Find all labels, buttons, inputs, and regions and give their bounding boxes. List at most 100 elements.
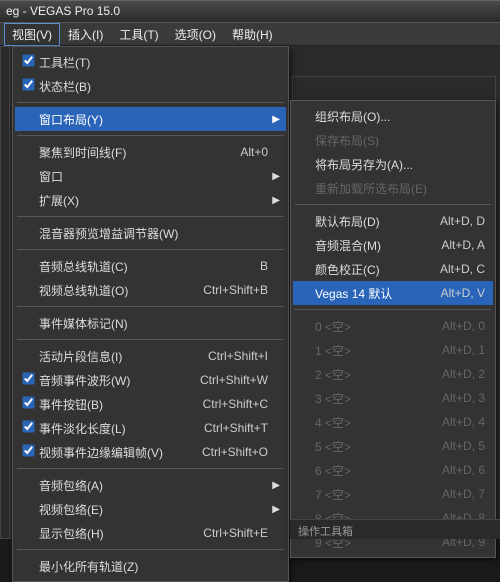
menu-label: 音频混合(M) <box>313 237 431 254</box>
menu-shortcut: Ctrl+Shift+I <box>198 349 268 363</box>
menu-shortcut: Ctrl+Shift+W <box>190 373 268 387</box>
menuitem[interactable]: 扩展(X) ▶ <box>15 188 286 212</box>
submenu-item: 3 <空>Alt+D, 3 <box>293 386 493 410</box>
menuitem[interactable]: 事件按钮(B)Ctrl+Shift+C <box>15 392 286 416</box>
menu-shortcut: Alt+D, 2 <box>432 367 485 381</box>
submenu-item[interactable]: Vegas 14 默认Alt+D, V <box>293 281 493 305</box>
menu-shortcut: Ctrl+Shift+T <box>194 421 268 435</box>
menuitem[interactable]: 工具栏(T) <box>15 50 286 74</box>
menu-label: 窗口布局(Y) <box>37 111 258 128</box>
submenu-arrow-icon: ▶ <box>268 114 280 125</box>
menuitem[interactable]: 视频事件边缘编辑帧(V)Ctrl+Shift+O <box>15 440 286 464</box>
submenu-arrow-icon: ▶ <box>268 504 280 515</box>
menu-label: 颜色校正(C) <box>313 261 430 278</box>
menu-options[interactable]: 选项(O) <box>167 23 224 46</box>
submenu-item[interactable]: 音频混合(M)Alt+D, A <box>293 233 493 257</box>
submenu-item: 5 <空>Alt+D, 5 <box>293 434 493 458</box>
menu-label: 视频总线轨道(O) <box>37 282 193 299</box>
menu-shortcut: Ctrl+Shift+B <box>193 283 268 297</box>
menu-label: Vegas 14 默认 <box>313 285 431 302</box>
menu-check <box>19 78 37 94</box>
menu-help[interactable]: 帮助(H) <box>224 23 281 46</box>
menu-label: 视频事件边缘编辑帧(V) <box>37 444 192 461</box>
menu-label: 重新加载所选布局(E) <box>313 180 475 197</box>
menuitem[interactable]: 音频事件波形(W)Ctrl+Shift+W <box>15 368 286 392</box>
menu-shortcut: Alt+D, A <box>431 238 485 252</box>
menu-label: 事件淡化长度(L) <box>37 420 194 437</box>
menuitem[interactable]: 显示包络(H)Ctrl+Shift+E <box>15 521 286 545</box>
menu-shortcut: Alt+D, 0 <box>432 319 485 333</box>
menu-shortcut: Alt+D, 5 <box>432 439 485 453</box>
menu-tools[interactable]: 工具(T) <box>111 23 166 46</box>
menu-shortcut: Alt+D, D <box>430 214 485 228</box>
menuitem[interactable]: 事件媒体标记(N) <box>15 311 286 335</box>
menu-label: 扩展(X) <box>37 192 258 209</box>
menu-shortcut: Alt+D, 6 <box>432 463 485 477</box>
menu-check <box>19 54 37 70</box>
menuitem[interactable]: 聚焦到时间线(F)Alt+0 <box>15 140 286 164</box>
menuitem[interactable]: 状态栏(B) <box>15 74 286 98</box>
menuitem[interactable]: 事件淡化长度(L)Ctrl+Shift+T <box>15 416 286 440</box>
menu-view[interactable]: 视图(V) <box>4 23 60 46</box>
menu-label: 2 <空> <box>313 366 432 383</box>
menu-label: 窗口 <box>37 168 258 185</box>
menu-label: 事件按钮(B) <box>37 396 193 413</box>
menu-shortcut: Ctrl+Shift+O <box>192 445 268 459</box>
menu-shortcut: Alt+D, 3 <box>432 391 485 405</box>
title-bar: eg - VEGAS Pro 15.0 <box>0 0 500 22</box>
menu-label: 音频包络(A) <box>37 477 258 494</box>
menuitem[interactable]: 视频总线轨道(O)Ctrl+Shift+B <box>15 278 286 302</box>
menuitem[interactable]: 混音器预览增益调节器(W) <box>15 221 286 245</box>
menu-label: 音频事件波形(W) <box>37 372 190 389</box>
submenu-item[interactable]: 颜色校正(C)Alt+D, C <box>293 257 493 281</box>
submenu-arrow-icon: ▶ <box>268 195 280 206</box>
menu-label: 混音器预览增益调节器(W) <box>37 225 258 242</box>
menu-shortcut: Alt+D, 4 <box>432 415 485 429</box>
menu-label: 状态栏(B) <box>37 78 258 95</box>
submenu-item: 6 <空>Alt+D, 6 <box>293 458 493 482</box>
menu-label: 3 <空> <box>313 390 432 407</box>
menu-check <box>19 420 37 436</box>
menuitem[interactable]: 活动片段信息(I)Ctrl+Shift+I <box>15 344 286 368</box>
submenu-item: 0 <空>Alt+D, 0 <box>293 314 493 338</box>
menu-label: 将布局另存为(A)... <box>313 156 475 173</box>
menu-label: 5 <空> <box>313 438 432 455</box>
menu-label: 0 <空> <box>313 318 432 335</box>
submenu-item[interactable]: 将布局另存为(A)... <box>293 152 493 176</box>
menu-label: 4 <空> <box>313 414 432 431</box>
menuitem[interactable]: 音频总线轨道(C)B <box>15 254 286 278</box>
menuitem[interactable]: 窗口布局(Y) ▶ <box>15 107 286 131</box>
menuitem[interactable]: 最小化所有轨道(Z) <box>15 554 286 578</box>
menuitem[interactable]: 音频包络(A) ▶ <box>15 473 286 497</box>
status-footer: 操作工具箱 <box>290 519 500 539</box>
menuitem[interactable]: 窗口 ▶ <box>15 164 286 188</box>
menu-check <box>19 444 37 460</box>
menu-shortcut: Ctrl+Shift+C <box>193 397 268 411</box>
submenu-item: 1 <空>Alt+D, 1 <box>293 338 493 362</box>
menu-shortcut: Alt+D, 1 <box>432 343 485 357</box>
menu-check <box>19 372 37 388</box>
menu-insert[interactable]: 插入(I) <box>60 23 111 46</box>
menu-label: 工具栏(T) <box>37 54 258 71</box>
submenu-arrow-icon: ▶ <box>268 171 280 182</box>
menu-label: 1 <空> <box>313 342 432 359</box>
menu-label: 保存布局(S) <box>313 132 475 149</box>
menu-label: 事件媒体标记(N) <box>37 315 258 332</box>
menu-label: 7 <空> <box>313 486 432 503</box>
submenu-item: 保存布局(S) <box>293 128 493 152</box>
submenu-arrow-icon: ▶ <box>268 480 280 491</box>
menu-bar: 视图(V) 插入(I) 工具(T) 选项(O) 帮助(H) <box>0 22 500 46</box>
submenu-item[interactable]: 默认布局(D)Alt+D, D <box>293 209 493 233</box>
menu-label: 视频包络(E) <box>37 501 258 518</box>
view-dropdown: 工具栏(T)状态栏(B)窗口布局(Y)▶聚焦到时间线(F)Alt+0窗口▶扩展(… <box>12 46 289 582</box>
menu-label: 最小化所有轨道(Z) <box>37 558 258 575</box>
menuitem[interactable]: 视频包络(E) ▶ <box>15 497 286 521</box>
menu-shortcut: Alt+0 <box>230 145 268 159</box>
menu-shortcut: Alt+D, C <box>430 262 485 276</box>
submenu-item[interactable]: 组织布局(O)... <box>293 104 493 128</box>
menu-label: 活动片段信息(I) <box>37 348 198 365</box>
app-title: eg - VEGAS Pro 15.0 <box>6 4 120 18</box>
layout-submenu: 组织布局(O)... 保存布局(S) 将布局另存为(A)... 重新加载所选布局(E)… <box>290 100 496 558</box>
submenu-item: 7 <空>Alt+D, 7 <box>293 482 493 506</box>
menu-label: 默认布局(D) <box>313 213 430 230</box>
